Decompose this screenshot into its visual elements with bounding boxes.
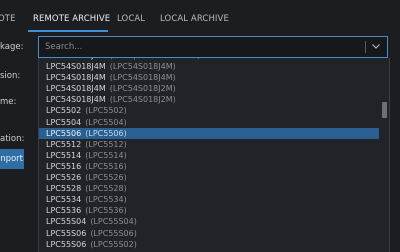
device-board: (LPC5534) <box>85 195 127 205</box>
list-item[interactable]: LPC5514 (LPC5514) <box>39 150 379 161</box>
device-name: LPC54S018J4M <box>46 62 106 72</box>
list-item[interactable]: LPC5516 (LPC5516) <box>39 161 379 172</box>
device-name: LPC54S018J4M <box>46 95 106 105</box>
device-board: (LPC5504) <box>85 117 127 127</box>
device-name: LPC5528 <box>46 184 82 194</box>
device-name: LPC5502 <box>46 106 82 116</box>
package-list: LPC54S018J4M(LPCXpresso54S018M)LPC54S018… <box>39 58 379 250</box>
device-board: (LPC5536) <box>85 206 127 216</box>
device-name: LPC54S018J4M <box>46 58 106 60</box>
device-board: (LPCXpresso54S018M) <box>110 58 200 60</box>
list-item[interactable]: LPC55S06 (LPC55S06) <box>39 228 379 239</box>
active-tab-indicator <box>28 30 108 32</box>
device-name: LPC5534 <box>46 195 82 205</box>
device-board: (LPC5512) <box>85 139 127 149</box>
tab-bar: OTE REMOTE ARCHIVE LOCAL LOCAL ARCHIVE <box>0 0 400 34</box>
device-name: LPC55S06 <box>46 239 87 249</box>
device-name: LPC5512 <box>46 139 82 149</box>
device-name: LPC5516 <box>46 161 82 171</box>
list-item[interactable]: LPC54S018J4M (LPC54S018J4M) <box>39 72 379 83</box>
package-dropdown-list: LPC54S018J4M(LPCXpresso54S018M)LPC54S018… <box>38 58 390 252</box>
device-board: (LPC5516) <box>85 161 127 171</box>
list-item[interactable]: LPC5526 (LPC5526) <box>39 172 379 183</box>
device-board: (LPC5506) <box>85 128 127 138</box>
device-name: LPC55S04 <box>46 217 87 227</box>
chevron-down-icon[interactable] <box>370 40 382 52</box>
device-name: LPC5506 <box>46 128 82 138</box>
device-board: (LPC55S06) <box>90 228 137 238</box>
list-item[interactable]: LPC54S018J4M (LPC54S018J4M) <box>39 61 379 72</box>
device-board: (LPC5502) <box>85 106 127 116</box>
tab-local-archive[interactable]: LOCAL ARCHIVE <box>160 14 229 24</box>
version-label: sion: <box>0 71 21 81</box>
list-item[interactable]: LPC5536 (LPC5536) <box>39 205 379 216</box>
tab-local[interactable]: LOCAL <box>117 14 145 24</box>
search-placeholder: Search... <box>45 42 83 52</box>
device-board: (LPC5514) <box>85 150 127 160</box>
device-name: LPC5536 <box>46 206 82 216</box>
package-search-combo[interactable]: Search... <box>38 36 388 58</box>
device-name: LPC5526 <box>46 173 82 183</box>
scrollbar-thumb[interactable] <box>382 102 387 118</box>
tab-remote-archive[interactable]: REMOTE ARCHIVE <box>33 14 110 24</box>
device-board: (LPC55S04) <box>90 217 137 227</box>
package-label: kage: <box>0 42 24 52</box>
list-item[interactable]: LPC55S06 (LPC55S02) <box>39 239 379 250</box>
list-item[interactable]: LPC54S018J4M (LPC54S018J2M) <box>39 83 379 94</box>
location-label: ation: <box>0 134 25 144</box>
device-board: (LPC55S02) <box>90 239 137 249</box>
import-button-label: nport <box>0 154 23 164</box>
device-board: (LPC54S018J4M) <box>109 73 176 83</box>
name-label: me: <box>0 97 17 107</box>
device-name: LPC5514 <box>46 150 82 160</box>
tab-remote[interactable]: OTE <box>0 14 16 24</box>
list-item[interactable]: LPC5506 (LPC5506) <box>39 127 379 139</box>
list-item[interactable]: LPC5504 (LPC5504) <box>39 117 379 128</box>
list-item[interactable]: LPC5528 (LPC5528) <box>39 183 379 194</box>
list-item[interactable]: LPC5534 (LPC5534) <box>39 194 379 205</box>
device-board: (LPC54S018J4M) <box>109 62 176 72</box>
device-board: (LPC54S018J2M) <box>109 84 176 94</box>
scrollbar[interactable] <box>380 58 389 252</box>
import-button[interactable]: nport <box>0 149 24 169</box>
device-name: LPC55S06 <box>46 228 87 238</box>
device-board: (LPC5528) <box>85 184 127 194</box>
device-name: LPC54S018J4M <box>46 73 106 83</box>
device-name: LPC54S018J4M <box>46 84 106 94</box>
device-board: (LPC54S018J2M) <box>109 95 176 105</box>
combo-separator <box>365 41 366 53</box>
list-item[interactable]: LPC5512 (LPC5512) <box>39 139 379 150</box>
list-item[interactable]: LPC55S04 (LPC55S04) <box>39 216 379 227</box>
device-name: LPC5504 <box>46 117 82 127</box>
device-board: (LPC5526) <box>85 173 127 183</box>
list-item[interactable]: LPC5502 (LPC5502) <box>39 105 379 116</box>
list-item[interactable]: LPC54S018J4M (LPC54S018J2M) <box>39 94 379 105</box>
